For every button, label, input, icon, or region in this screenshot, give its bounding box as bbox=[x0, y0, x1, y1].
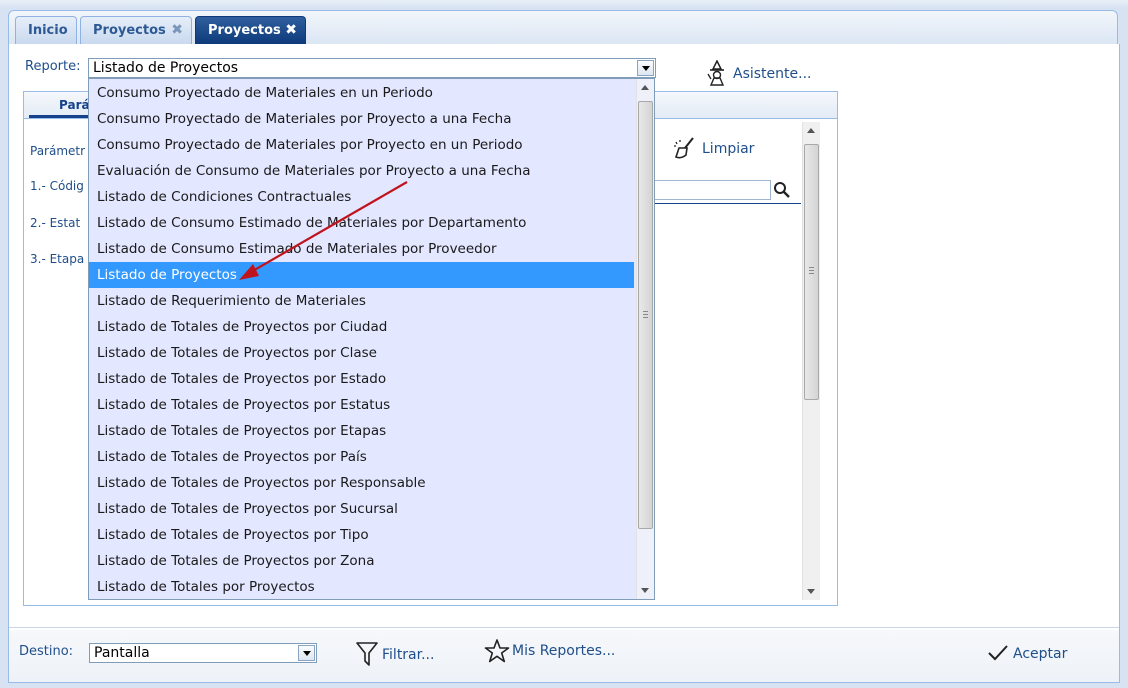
limpiar-label: Limpiar bbox=[702, 141, 755, 157]
destino-select[interactable]: Pantalla bbox=[89, 643, 317, 663]
param-etapa[interactable]: 3.- Etapa bbox=[30, 252, 84, 266]
chevron-down-icon[interactable] bbox=[298, 645, 315, 661]
reporte-label: Reporte: bbox=[25, 59, 81, 74]
filter-icon bbox=[356, 642, 378, 666]
tab-parametros[interactable]: Pará bbox=[29, 96, 89, 118]
scroll-down-icon[interactable] bbox=[641, 588, 649, 593]
scrollbar-thumb[interactable] bbox=[638, 101, 653, 529]
dropdown-option[interactable]: Listado de Totales de Proyectos por Ciud… bbox=[89, 314, 634, 340]
dropdown-scrollbar[interactable] bbox=[636, 79, 654, 599]
check-icon bbox=[988, 645, 1008, 661]
dropdown-option[interactable]: Listado de Requerimiento de Materiales bbox=[89, 288, 634, 314]
tab-bar: Inicio Proyectos ✖ Proyectos ✖ bbox=[8, 10, 1118, 46]
star-icon bbox=[484, 639, 510, 663]
tab-label: Proyectos bbox=[93, 23, 166, 38]
dropdown-option[interactable]: Consumo Proyectado de Materiales por Pro… bbox=[89, 106, 634, 132]
broom-icon bbox=[674, 137, 694, 159]
dropdown-option[interactable]: Listado de Totales de Proyectos por Etap… bbox=[89, 418, 634, 444]
tab-proyectos-1[interactable]: Proyectos ✖ bbox=[80, 16, 192, 44]
param-search-input[interactable] bbox=[653, 180, 771, 200]
dropdown-option[interactable]: Consumo Proyectado de Materiales por Pro… bbox=[89, 132, 634, 158]
close-icon[interactable]: ✖ bbox=[171, 17, 183, 44]
chevron-down-icon[interactable] bbox=[637, 60, 654, 76]
filtrar-label: Filtrar... bbox=[382, 647, 435, 663]
dropdown-option[interactable]: Listado de Totales por Proyectos bbox=[89, 574, 634, 600]
tab-label: Proyectos bbox=[208, 23, 281, 38]
parameters-scrollbar[interactable] bbox=[802, 122, 820, 600]
param-codigo[interactable]: 1.- Códig bbox=[30, 179, 84, 193]
param-estatus[interactable]: 2.- Estat bbox=[30, 216, 80, 230]
tab-parametros-label: Pará bbox=[59, 98, 89, 112]
wizard-icon bbox=[707, 60, 725, 86]
aceptar-label: Aceptar bbox=[1013, 646, 1068, 662]
tab-label: Inicio bbox=[28, 23, 68, 38]
dropdown-option[interactable]: Listado de Totales de Proyectos por Zona bbox=[89, 548, 634, 574]
reporte-selected-value: Listado de Proyectos bbox=[93, 60, 239, 76]
reporte-dropdown-list[interactable]: Consumo Proyectado de Materiales en un P… bbox=[88, 78, 655, 600]
scroll-up-icon[interactable] bbox=[807, 128, 815, 133]
annotation-arrow bbox=[239, 181, 408, 280]
scroll-down-icon[interactable] bbox=[807, 589, 815, 594]
tab-inicio[interactable]: Inicio bbox=[15, 16, 77, 44]
bottom-toolbar: Destino: Pantalla Filtrar... Mis Reporte… bbox=[9, 630, 1119, 682]
dropdown-option[interactable]: Listado de Totales de Proyectos por Esta… bbox=[89, 366, 634, 392]
dropdown-option[interactable]: Listado de Totales de Proyectos por Esta… bbox=[89, 392, 634, 418]
destino-value: Pantalla bbox=[94, 645, 150, 661]
dropdown-option[interactable]: Listado de Totales de Proyectos por Clas… bbox=[89, 340, 634, 366]
bottom-separator bbox=[9, 627, 1119, 628]
asistente-label: Asistente... bbox=[733, 66, 812, 82]
search-underline bbox=[653, 203, 801, 204]
dropdown-option[interactable]: Listado de Totales de Proyectos por País bbox=[89, 444, 634, 470]
scroll-up-icon[interactable] bbox=[641, 85, 649, 90]
destino-label: Destino: bbox=[19, 644, 74, 659]
reporte-select[interactable]: Listado de Proyectos bbox=[88, 58, 656, 78]
search-icon[interactable] bbox=[773, 181, 791, 199]
dropdown-option[interactable]: Listado de Totales de Proyectos por Tipo bbox=[89, 522, 634, 548]
parameters-title: Parámetr bbox=[30, 144, 86, 158]
window-top-strip bbox=[0, 0, 1128, 8]
mis-reportes-label: Mis Reportes... bbox=[512, 643, 616, 659]
dropdown-option[interactable]: Consumo Proyectado de Materiales en un P… bbox=[89, 80, 634, 106]
dropdown-option[interactable]: Listado de Totales de Proyectos por Sucu… bbox=[89, 496, 634, 522]
tab-proyectos-2[interactable]: Proyectos ✖ bbox=[195, 16, 306, 44]
main-panel: Reporte: Listado de Proyectos Asistente.… bbox=[8, 44, 1120, 683]
scrollbar-thumb[interactable] bbox=[804, 144, 819, 400]
close-icon[interactable]: ✖ bbox=[285, 17, 297, 44]
dropdown-option[interactable]: Listado de Totales de Proyectos por Resp… bbox=[89, 470, 634, 496]
